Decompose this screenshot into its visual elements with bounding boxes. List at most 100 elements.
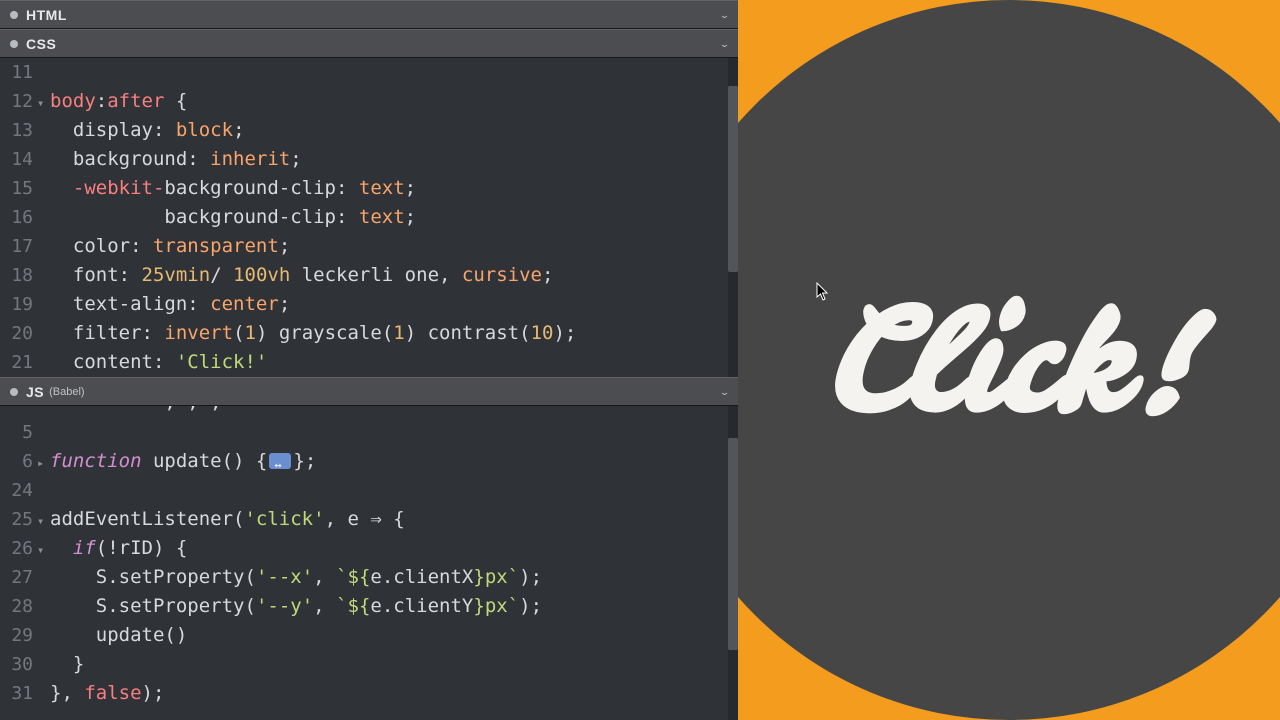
panel-sublabel-js: (Babel) [49,386,84,398]
fold-toggle-icon [37,650,50,652]
code-content[interactable]: update() [50,621,738,650]
line-number: 31 [0,679,37,708]
code-fold-pill[interactable] [269,453,291,469]
scrollbar-thumb[interactable] [728,438,738,650]
panel-header-html[interactable]: HTML ⌄ [0,0,738,29]
code-line[interactable]: , , , [0,406,738,417]
fold-toggle-icon [37,319,50,321]
fold-toggle-icon [37,563,50,565]
line-number: 20 [0,319,37,348]
code-line[interactable]: 28 S.setProperty('--y', `${e.clientY}px`… [0,592,738,621]
code-line[interactable]: 30 } [0,650,738,679]
fold-toggle-icon[interactable]: ▸ [37,447,50,478]
js-code-editor[interactable]: , , , 56▸function update() {};2425▾addEve… [0,406,738,720]
preview-pane[interactable]: Click! [738,0,1280,720]
code-content[interactable]: addEventListener('click', e ⇒ { [50,505,738,534]
fold-toggle-icon [37,476,50,478]
code-line[interactable]: 17 color: transparent; [0,232,738,261]
line-number: 17 [0,232,37,261]
app-root: HTML ⌄ CSS ⌄ 1112▾body:after {13 display… [0,0,1280,720]
code-content[interactable]: , , , [50,406,738,417]
scrollbar-track[interactable] [728,406,738,720]
line-number: 14 [0,145,37,174]
panel-title-js: JS [26,384,44,400]
editor-column: HTML ⌄ CSS ⌄ 1112▾body:after {13 display… [0,0,738,720]
code-content[interactable]: body:after { [50,87,738,116]
code-content[interactable]: }, false); [50,679,738,708]
panel-header-js[interactable]: JS (Babel) ⌄ [0,377,738,406]
line-number: 30 [0,650,37,679]
code-content[interactable]: } [50,650,738,679]
fold-toggle-icon [37,203,50,205]
code-line[interactable]: 27 S.setProperty('--x', `${e.clientX}px`… [0,563,738,592]
chevron-down-icon[interactable]: ⌄ [719,9,730,20]
line-number: 19 [0,290,37,319]
fold-toggle-icon [37,261,50,263]
code-line[interactable]: 24 [0,476,738,505]
code-line[interactable]: 6▸function update() {}; [0,447,738,476]
code-line[interactable]: 15 -webkit-background-clip: text; [0,174,738,203]
panel-title-html: HTML [26,7,67,23]
fold-toggle-icon [37,348,50,350]
code-line[interactable]: 5 [0,418,738,447]
line-number: 6 [0,447,37,476]
code-content[interactable]: filter: invert(1) grayscale(1) contrast(… [50,319,738,348]
code-line[interactable]: 14 background: inherit; [0,145,738,174]
chevron-down-icon[interactable]: ⌄ [719,38,730,49]
code-line[interactable]: 20 filter: invert(1) grayscale(1) contra… [0,319,738,348]
code-content[interactable]: background-clip: text; [50,203,738,232]
code-line[interactable]: 18 font: 25vmin/ 100vh leckerli one, cur… [0,261,738,290]
panel-css: CSS ⌄ 1112▾body:after {13 display: block… [0,29,738,377]
line-number: 5 [0,418,37,447]
code-content[interactable]: -webkit-background-clip: text; [50,174,738,203]
code-content[interactable]: function update() {}; [50,447,738,476]
panel-header-css[interactable]: CSS ⌄ [0,29,738,58]
settings-dot-icon [10,388,18,396]
fold-toggle-icon [37,58,50,60]
fold-toggle-icon [37,290,50,292]
code-content[interactable]: display: block; [50,116,738,145]
code-content[interactable]: color: transparent; [50,232,738,261]
scrollbar-track[interactable] [728,58,738,377]
css-code-editor[interactable]: 1112▾body:after {13 display: block;14 ba… [0,58,738,377]
fold-toggle-icon[interactable]: ▾ [37,534,50,565]
code-line[interactable]: 19 text-align: center; [0,290,738,319]
line-number: 27 [0,563,37,592]
code-content[interactable]: S.setProperty('--y', `${e.clientY}px`); [50,592,738,621]
fold-toggle-icon [37,592,50,594]
code-content[interactable]: background: inherit; [50,145,738,174]
code-line[interactable]: 29 update() [0,621,738,650]
line-number: 13 [0,116,37,145]
code-line[interactable]: 25▾addEventListener('click', e ⇒ { [0,505,738,534]
scrollbar-thumb[interactable] [728,86,738,272]
settings-dot-icon [10,40,18,48]
fold-toggle-icon [37,418,50,420]
code-line[interactable]: 13 display: block; [0,116,738,145]
code-line[interactable]: 31 }, false); [0,679,738,708]
code-content[interactable]: S.setProperty('--x', `${e.clientX}px`); [50,563,738,592]
code-content[interactable]: text-align: center; [50,290,738,319]
chevron-down-icon[interactable]: ⌄ [719,386,730,397]
code-line[interactable]: 11 [0,58,738,87]
line-number: 15 [0,174,37,203]
panel-html: HTML ⌄ [0,0,738,29]
line-number: 12 [0,87,37,116]
fold-toggle-icon [37,174,50,176]
code-content[interactable]: if(!rID) { [50,534,738,563]
code-line[interactable]: 16 background-clip: text; [0,203,738,232]
line-number: 25 [0,505,37,534]
fold-toggle-icon [37,116,50,118]
code-line[interactable]: 26▾ if(!rID) { [0,534,738,563]
code-content[interactable]: content: 'Click!' [50,348,738,377]
fold-toggle-icon[interactable]: ▾ [37,505,50,536]
code-content[interactable]: font: 25vmin/ 100vh leckerli one, cursiv… [50,261,738,290]
line-number: 18 [0,261,37,290]
preview-text: Click! [822,266,1197,454]
code-line[interactable]: 12▾body:after { [0,87,738,116]
fold-toggle-icon [37,679,50,681]
line-number: 21 [0,348,37,377]
fold-toggle-icon [37,145,50,147]
code-line[interactable]: 21 content: 'Click!' [0,348,738,377]
fold-toggle-icon[interactable]: ▾ [37,87,50,118]
panel-title-css: CSS [26,36,56,52]
